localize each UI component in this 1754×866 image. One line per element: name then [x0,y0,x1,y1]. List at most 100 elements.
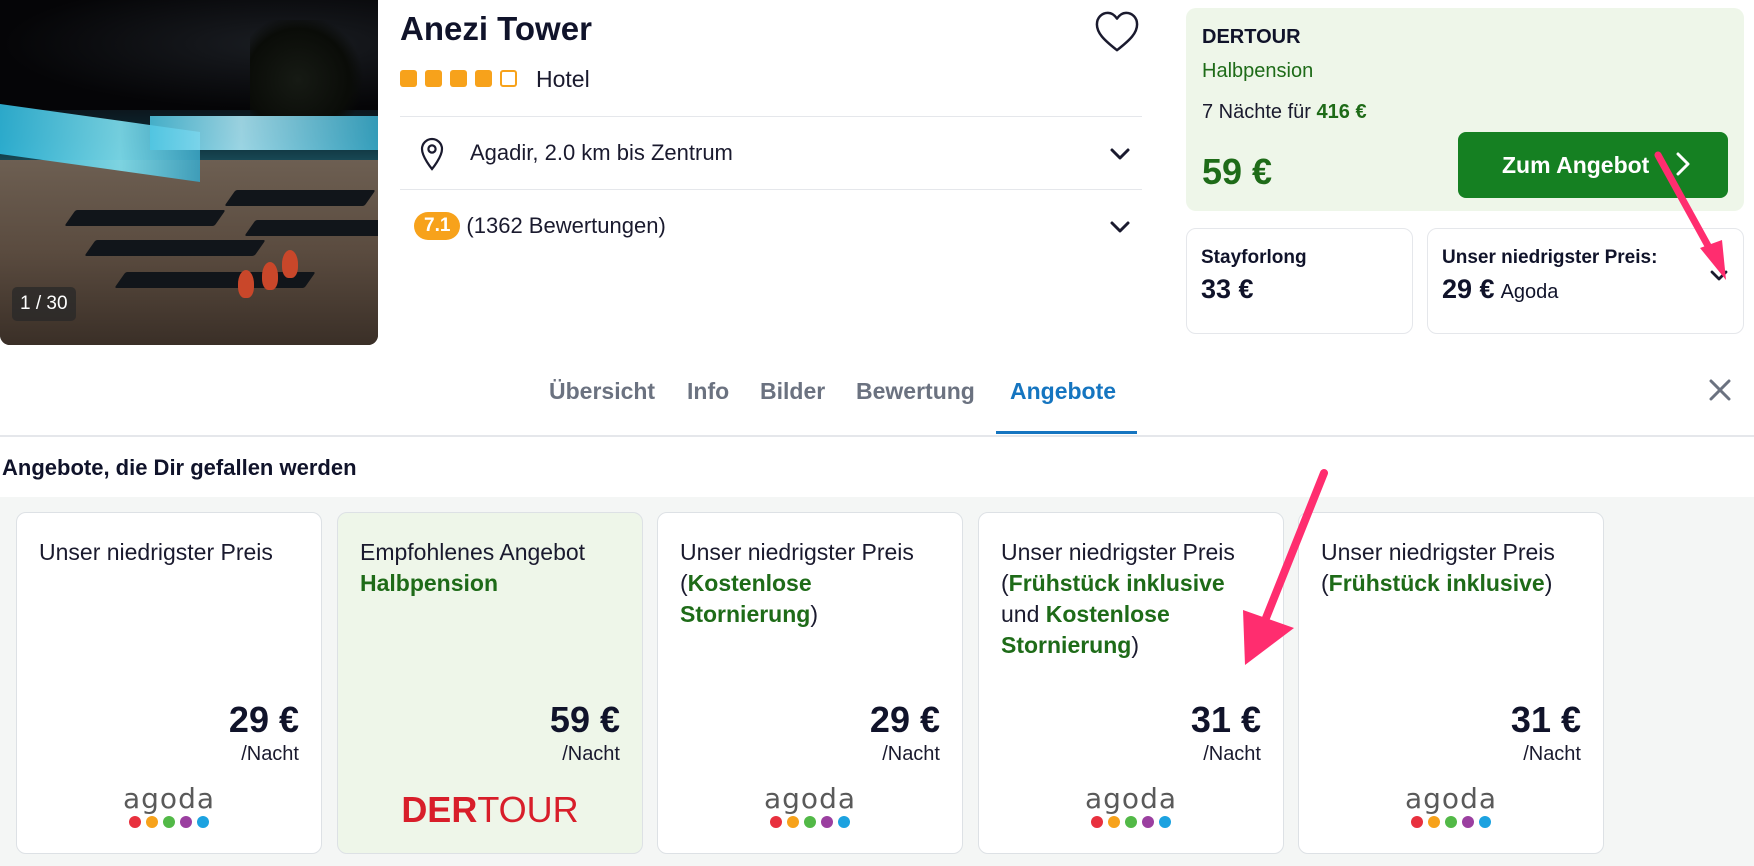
offer-card-price: 29 € [228,699,299,740]
chevron-down-icon[interactable] [1108,215,1132,239]
agoda-wordmark: agoda [1085,782,1177,815]
photo-flower [238,270,254,298]
photo-counter: 1 / 30 [12,287,76,321]
zum-angebot-button[interactable]: Zum Angebot [1458,132,1728,198]
star-icon [400,70,417,87]
offer-price: 59 € [1202,151,1273,192]
offer-card[interactable]: Unser niedrigster Preis 29 € /Nacht agod… [16,512,322,854]
offer-nights: 7 Nächte für 416 € [1202,101,1367,124]
offer-card-conj: und [1001,601,1040,627]
offer-card-highlight: Halbpension [360,570,499,596]
offer-card-highlight: Kostenlose Stornierung [680,570,812,627]
star-icon [425,70,442,87]
offer-card-title: Unser niedrigster Preis (Kostenlose Storn… [680,537,944,630]
paren: ) [1131,632,1140,658]
star-empty-icon [500,70,517,87]
offer-card-title: Empfohlenes Angebot Halbpension [360,537,624,599]
star-rating [400,70,517,87]
photo-tree [250,20,370,120]
offer-card-per-night: /Nacht [1523,743,1581,765]
agoda-dots [658,816,962,828]
paren: ( [1001,570,1009,596]
photo-pool-light [150,116,378,150]
tab-bar: Übersicht Info Bilder Bewertung Angebote [0,345,1754,437]
paren: ) [810,601,819,627]
offer-card-title: Unser niedrigster Preis (Frühstück inklus… [1001,537,1265,661]
featured-offer: DERTOUR Halbpension 7 Nächte für 416 € 5… [1186,8,1744,211]
offer-card-highlight: Frühstück inklusive [1328,570,1545,596]
offer-card-per-night: /Nacht [882,743,940,765]
offer-card[interactable]: Unser niedrigster Preis (Kostenlose Storn… [657,512,963,854]
mini-offer-price-row: 29 € Agoda [1442,274,1558,305]
star-icon [450,70,467,87]
dertour-wordmark: DERTOUR [401,789,579,830]
heart-icon[interactable] [1094,10,1140,54]
photo-flower [282,250,298,278]
agoda-wordmark: agoda [123,782,215,815]
tab-bewertung[interactable]: Bewertung [856,378,975,405]
mini-offer-provider: Agoda [1500,281,1559,303]
offer-card-price: 29 € [869,699,940,740]
mini-offer-lowest[interactable]: Unser niedrigster Preis: 29 € Agoda [1427,228,1744,334]
location-row[interactable]: Agadir, 2.0 km bis Zentrum [400,116,1142,189]
mini-offer-price: 29 € [1442,274,1495,304]
agoda-wordmark: agoda [764,782,856,815]
agoda-logo: agoda [1299,785,1603,828]
hotel-type: Hotel [536,66,590,92]
agoda-wordmark: agoda [1405,782,1497,815]
chevron-down-icon[interactable] [1108,142,1132,166]
agoda-dots [979,816,1283,828]
star-icon [475,70,492,87]
offer-card[interactable]: Unser niedrigster Preis (Frühstück inklus… [978,512,1284,854]
offer-card[interactable]: Unser niedrigster Preis (Frühstück inklus… [1298,512,1604,854]
offer-provider: DERTOUR [1202,26,1301,48]
chevron-down-icon[interactable] [1709,265,1729,285]
zum-angebot-label: Zum Angebot [1502,151,1650,178]
active-tab-indicator [996,431,1137,434]
offer-card-title-text: Unser niedrigster Preis [1321,539,1555,565]
offer-card-price: 59 € [549,699,620,740]
tab-angebote[interactable]: Angebote [1010,378,1116,405]
section-title: Angebote, die Dir gefallen werden [2,455,357,480]
mini-offer-stayforlong[interactable]: Stayforlong 33 € [1186,228,1413,334]
offer-card-title-text: Unser niedrigster Preis [680,539,914,565]
agoda-logo: agoda [658,785,962,828]
paren: ) [1544,570,1553,596]
offer-card-recommended[interactable]: Empfohlenes Angebot Halbpension 59 € /Nac… [337,512,643,854]
mini-offer-label: Stayforlong [1201,247,1307,268]
offer-card-title: Unser niedrigster Preis (Frühstück inklus… [1321,537,1585,599]
close-icon[interactable] [1708,378,1732,402]
mini-offer-label: Unser niedrigster Preis: [1442,247,1658,268]
tab-bilder[interactable]: Bilder [760,378,825,405]
mini-offer-price: 33 € [1201,274,1254,304]
photo-lounger [224,190,376,206]
photo-flower [262,262,278,290]
dertour-logo: DERTOUR [338,785,642,835]
agoda-logo: agoda [17,785,321,828]
offer-card-title: Unser niedrigster Preis [39,537,303,568]
paren: ( [680,570,688,596]
chevron-right-icon [1676,152,1690,176]
reviews-count: (1362 Bewertungen) [466,213,666,238]
offer-card-per-night: /Nacht [1203,743,1261,765]
offer-card-title-text: Unser niedrigster Preis [39,539,273,565]
paren: ( [1321,570,1329,596]
hotel-name: Anezi Tower [400,10,592,47]
offer-card-highlight: Frühstück inklusive [1008,570,1225,596]
photo-lounger [84,240,266,256]
offer-card-price: 31 € [1510,699,1581,740]
offer-nights-label: 7 Nächte für [1202,101,1317,123]
rating-row[interactable]: 7.1 (1362 Bewertungen) [400,189,1142,262]
tab-info[interactable]: Info [687,378,729,405]
photo-lounger [244,220,378,236]
offer-card-per-night: /Nacht [241,743,299,765]
offer-card-title-text: Empfohlenes Angebot [360,539,586,565]
agoda-logo: agoda [979,785,1283,828]
location-text: Agadir, 2.0 km bis Zentrum [470,140,733,165]
hotel-photo[interactable]: 1 / 30 [0,0,378,345]
rating-badge: 7.1 [414,212,461,240]
tab-uebersicht[interactable]: Übersicht [549,378,655,405]
offer-board: Halbpension [1202,60,1314,82]
offer-card-title-text: Unser niedrigster Preis [1001,539,1235,565]
location-pin-icon [420,137,444,171]
